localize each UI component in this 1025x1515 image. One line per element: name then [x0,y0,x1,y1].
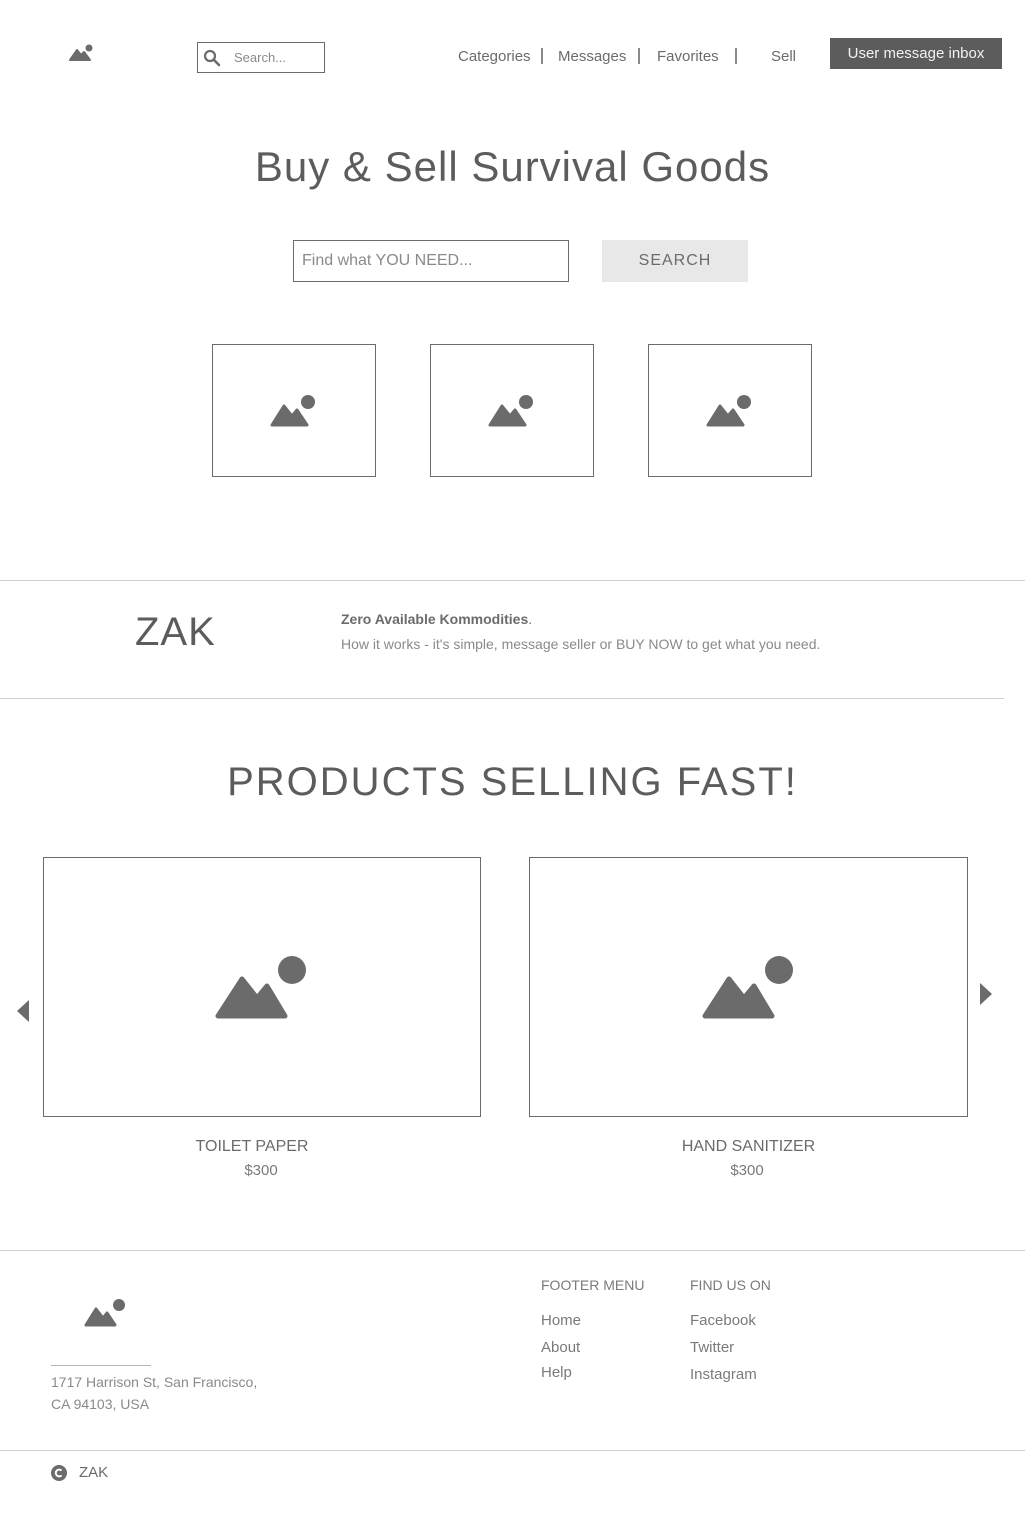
divider [0,580,1025,581]
product-price-1: $300 [244,1162,278,1179]
product-image-1[interactable] [43,857,481,1117]
address-line-2: CA 94103, USA [51,1396,150,1412]
image-placeholder-icon [270,394,315,426]
footer-logo-underline [51,1365,151,1366]
how-it-works-text: How it works - it's simple, message sell… [341,636,821,652]
divider [0,698,1004,699]
search-icon [203,49,221,72]
image-placeholder-icon [702,956,793,1019]
social-link-twitter[interactable]: Twitter [690,1339,734,1356]
product-price-2: $300 [730,1162,764,1179]
product-name-2[interactable]: HAND SANITIZER [529,1138,968,1156]
tagline-strong: Zero Available Kommodities [341,611,529,627]
copyright-icon [51,1465,67,1486]
social-link-facebook[interactable]: Facebook [690,1312,756,1329]
tagline-period: . [528,611,533,627]
footer-link-about[interactable]: About [541,1339,580,1356]
header-search-input[interactable]: Search... [197,42,325,73]
products-section-title: PRODUCTS SELLING FAST! [227,760,798,804]
footer-logo-icon[interactable] [84,1298,128,1333]
nav-separator [735,48,737,64]
image-placeholder-icon [215,956,306,1019]
hero-search-placeholder: Find what YOU NEED... [302,252,473,269]
image-placeholder-icon [706,394,751,426]
nav-messages[interactable]: Messages [558,48,626,65]
header-search-placeholder: Search... [234,50,287,65]
hero-search-input[interactable]: Find what YOU NEED... [293,240,569,282]
divider [0,1450,1025,1451]
find-us-heading: FIND US ON [690,1277,771,1293]
caret-right-icon[interactable] [979,982,993,1006]
logo-icon[interactable] [69,44,95,62]
user-message-inbox-button[interactable]: User message inbox [830,38,1002,69]
hero-search-button[interactable]: SEARCH [602,240,748,282]
social-link-instagram[interactable]: Instagram [690,1366,757,1383]
featured-thumbnail-3[interactable] [648,344,812,477]
featured-thumbnail-2[interactable] [430,344,594,477]
nav-separator [638,48,640,64]
nav-categories[interactable]: Categories [458,48,531,65]
copyright-text: ZAK [79,1464,109,1481]
nav-favorites[interactable]: Favorites [657,48,719,65]
nav-sell[interactable]: Sell [771,48,796,65]
footer-link-help[interactable]: Help [541,1364,572,1381]
hero-title: Buy & Sell Survival Goods [254,143,771,190]
nav-separator [541,48,543,64]
product-name-1[interactable]: TOILET PAPER [43,1138,461,1156]
tagline: Zero Available Kommodities. [341,611,532,627]
product-image-2[interactable] [529,857,968,1117]
footer-menu-heading: FOOTER MENU [541,1277,645,1293]
divider [0,1250,1025,1251]
featured-thumbnail-1[interactable] [212,344,376,477]
brand-name: ZAK [135,610,216,654]
image-placeholder-icon [488,394,533,426]
caret-left-icon[interactable] [16,999,30,1023]
footer-link-home[interactable]: Home [541,1312,581,1329]
address-line-1: 1717 Harrison St, San Francisco, [51,1374,258,1390]
